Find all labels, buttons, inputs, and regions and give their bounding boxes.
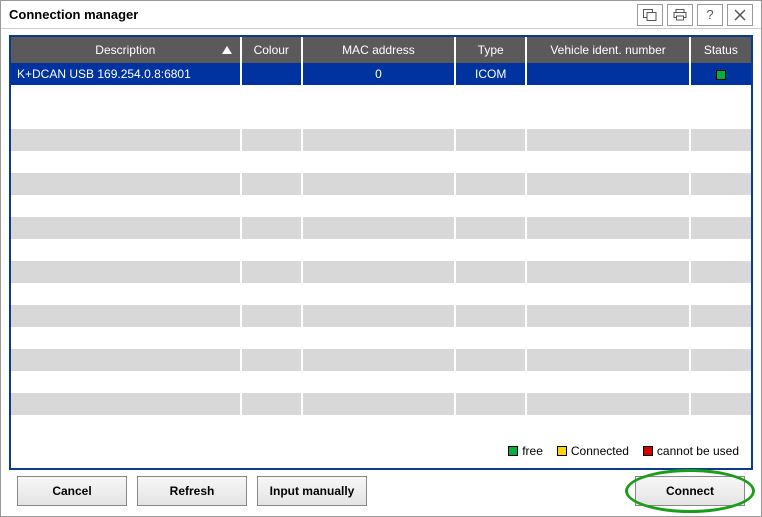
col-type[interactable]: Type	[455, 37, 526, 63]
sort-asc-icon	[222, 43, 232, 57]
table-row	[11, 107, 751, 129]
maximize-icon	[643, 9, 657, 21]
table-row	[11, 151, 751, 173]
titlebar: Connection manager ?	[1, 1, 761, 29]
cell-mac: 0	[302, 63, 455, 85]
close-icon	[734, 9, 746, 21]
status-free-icon	[716, 70, 726, 80]
table-row[interactable]: K+DCAN USB 169.254.0.8:6801 0 ICOM	[11, 63, 751, 85]
legend-cannot-be-used: cannot be used	[643, 444, 739, 458]
col-vin[interactable]: Vehicle ident. number	[526, 37, 689, 63]
connect-button[interactable]: Connect	[635, 476, 745, 506]
col-mac[interactable]: MAC address	[302, 37, 455, 63]
table-row	[11, 173, 751, 195]
table-row	[11, 283, 751, 305]
col-status[interactable]: Status	[690, 37, 751, 63]
cell-description: K+DCAN USB 169.254.0.8:6801	[11, 63, 241, 85]
table-row	[11, 129, 751, 151]
main-panel: Description Colour MAC address Type Vehi…	[9, 35, 753, 470]
table-row	[11, 393, 751, 415]
legend-connected: Connected	[557, 444, 629, 458]
col-description[interactable]: Description	[11, 37, 241, 63]
cell-colour	[241, 63, 302, 85]
table-row	[11, 261, 751, 283]
table-row	[11, 349, 751, 371]
svg-text:?: ?	[706, 8, 713, 22]
table-row	[11, 239, 751, 261]
refresh-button[interactable]: Refresh	[137, 476, 247, 506]
status-cannot-icon	[643, 446, 653, 456]
cell-type: ICOM	[455, 63, 526, 85]
table-row	[11, 85, 751, 107]
button-bar: Cancel Refresh Input manually Connect	[9, 470, 753, 508]
window-title: Connection manager	[9, 7, 633, 22]
legend: free Connected cannot be used	[11, 436, 751, 468]
status-connected-icon	[557, 446, 567, 456]
help-icon: ?	[703, 8, 717, 22]
close-button[interactable]	[727, 4, 753, 26]
cell-vin	[526, 63, 689, 85]
table-row	[11, 327, 751, 349]
col-colour[interactable]: Colour	[241, 37, 302, 63]
connection-manager-window: Connection manager ?	[0, 0, 762, 517]
legend-free: free	[508, 444, 543, 458]
connections-table: Description Colour MAC address Type Vehi…	[11, 37, 751, 415]
print-icon	[673, 9, 687, 21]
input-manually-button[interactable]: Input manually	[257, 476, 367, 506]
table-row	[11, 305, 751, 327]
help-button[interactable]: ?	[697, 4, 723, 26]
cancel-button[interactable]: Cancel	[17, 476, 127, 506]
status-free-icon	[508, 446, 518, 456]
print-button[interactable]	[667, 4, 693, 26]
table-row	[11, 371, 751, 393]
table-row	[11, 195, 751, 217]
table-row	[11, 217, 751, 239]
maximize-button[interactable]	[637, 4, 663, 26]
cell-status	[690, 63, 751, 85]
